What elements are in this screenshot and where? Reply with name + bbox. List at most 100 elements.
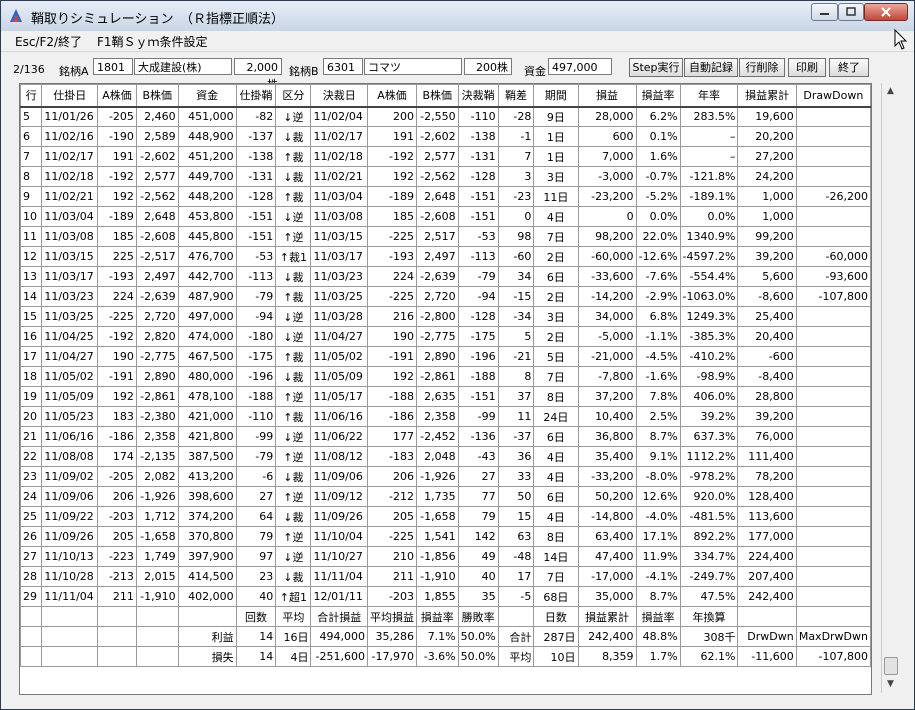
table-cell: 413,200 xyxy=(177,466,237,487)
auto-record-button[interactable]: 自動記録 xyxy=(684,58,738,77)
stock-b-shares-field[interactable]: 200株 xyxy=(464,58,512,75)
table-row[interactable]: 18 11/05/02 -191 2,890 480,000 -196 ↓裁 11/05/09… xyxy=(20,366,871,387)
menu-condition-settings[interactable]: F1鞘Ｓｙｍ条件設定 xyxy=(97,33,208,50)
scroll-down-arrow-icon[interactable]: ▼ xyxy=(882,676,899,693)
table-cell: -53 xyxy=(235,246,277,267)
vertical-scrollbar[interactable]: ▲ ▼ xyxy=(881,83,899,693)
table-cell: 11 xyxy=(20,226,43,247)
summary-cell: -107,800 xyxy=(795,646,871,667)
table-cell: 11/03/25 xyxy=(41,306,99,327)
table-cell: 5日 xyxy=(533,346,579,367)
table-row[interactable]: 17 11/04/27 190 -2,775 467,500 -175 ↑裁 11/05/02… xyxy=(20,346,871,367)
table-cell: ↓裁 xyxy=(275,506,312,527)
summary-cell: 14 xyxy=(235,626,277,647)
table-cell: 0.0% xyxy=(679,206,739,227)
table-row[interactable]: 16 11/04/25 -192 2,820 474,000 -180 ↓逆 11/04/27… xyxy=(20,326,871,347)
table-cell: 445,800 xyxy=(177,226,237,247)
table-cell xyxy=(795,106,871,127)
table-cell: 1日 xyxy=(533,126,579,147)
table-cell: 421,800 xyxy=(177,426,237,447)
table-row[interactable]: 12 11/03/15 225 -2,517 476,700 -53 ↑裁1 11/03/17… xyxy=(20,246,871,267)
stock-b-code-field[interactable]: 6301 xyxy=(323,58,363,75)
table-cell: -225 xyxy=(366,286,417,307)
table-cell: ↑裁 xyxy=(275,146,312,167)
table-row[interactable]: 5 11/01/26 -205 2,460 451,000 -82 ↓逆 11/02/04 20… xyxy=(20,106,871,127)
table-row[interactable]: 27 11/10/13 -223 1,749 397,900 97 ↓逆 11/10/27 21… xyxy=(20,546,871,567)
maximize-button[interactable] xyxy=(838,3,864,21)
table-row[interactable]: 10 11/03/04 -189 2,648 453,800 -151 ↓逆 11/03/08… xyxy=(20,206,871,227)
table-row[interactable]: 29 11/11/04 211 -1,910 402,000 40 ↑超1 12/01/11-… xyxy=(20,586,871,607)
scroll-up-arrow-icon[interactable]: ▲ xyxy=(882,83,899,100)
table-cell: 8.7% xyxy=(635,586,681,607)
capital-field[interactable]: 497,000 xyxy=(548,58,612,75)
table-row[interactable]: 6 11/02/16 -190 2,589 448,900 -137 ↓裁 11/02/17 1… xyxy=(20,126,871,147)
stock-a-name-field[interactable]: 大成建設(株) xyxy=(134,58,232,75)
table-cell: 11/09/06 xyxy=(41,486,99,507)
table-cell: 487,900 xyxy=(177,286,237,307)
table-row[interactable]: 26 11/09/26 205 -1,658 370,800 79 ↑逆 11/10/04 -2… xyxy=(20,526,871,547)
table-cell: 421,000 xyxy=(177,406,237,427)
scroll-thumb[interactable] xyxy=(884,657,898,675)
table-cell: 1,749 xyxy=(135,546,179,567)
table-cell: -79 xyxy=(457,266,499,287)
table-row[interactable]: 24 11/09/06 206 -1,926 398,600 27 ↑逆 11/09/12 -2… xyxy=(20,486,871,507)
table-row[interactable]: 7 11/02/17 191 -2,602 451,200 -138 ↑裁 11/02/18-… xyxy=(20,146,871,167)
table-row[interactable]: 21 11/06/16 -186 2,358 421,800 -99 ↓逆 11/06/22 1… xyxy=(20,426,871,447)
table-cell: -2,861 xyxy=(135,386,179,407)
app-window: 鞘取りシミュレーション （Ｒ指標正順法） Esc/F2/終了 F1鞘Ｓｙｍ条件設… xyxy=(0,0,915,710)
table-cell: -1,926 xyxy=(135,486,179,507)
table-cell: 11/04/27 xyxy=(310,326,368,347)
table-cell: 206 xyxy=(97,486,137,507)
table-row[interactable]: 9 11/02/21 192 -2,562 448,200 -128 ↑裁 11/03/04-… xyxy=(20,186,871,207)
print-button[interactable]: 印刷 xyxy=(788,58,826,77)
table-cell xyxy=(795,486,871,507)
table-cell: 2,082 xyxy=(135,466,179,487)
table-row[interactable]: 19 11/05/09 192 -2,861 478,100 -188 ↑逆 11/05/17… xyxy=(20,386,871,407)
table-cell: 190 xyxy=(366,326,417,347)
column-header: 鞘差 xyxy=(497,84,535,108)
close-button[interactable] xyxy=(864,3,908,21)
stock-a-code-field[interactable]: 1801 xyxy=(93,58,133,75)
table-cell: ↓逆 xyxy=(275,306,312,327)
results-grid[interactable]: 行仕掛日 A株価 B株価 資金 仕掛鞘 区分 決裁日 A株価 B株価 決裁鞘 鞘差 期間 損益 損益率 年率… xyxy=(19,83,872,695)
table-row[interactable]: 8 11/02/18 -192 2,577 449,700 -131 ↓裁 11/02/21 1… xyxy=(20,166,871,187)
stock-a-shares-field[interactable]: 2,000株 xyxy=(234,58,282,91)
stock-b-name-field[interactable]: コマツ xyxy=(364,58,462,75)
exit-button[interactable]: 終了 xyxy=(829,58,869,77)
delete-row-button[interactable]: 行削除 xyxy=(739,58,785,77)
minimize-button[interactable] xyxy=(811,3,838,21)
table-row[interactable]: 25 11/09/22 -203 1,712 374,200 64 ↓裁 11/09/26 20… xyxy=(20,506,871,527)
table-cell xyxy=(795,546,871,567)
table-cell: ↑超1 xyxy=(275,586,312,607)
summary-cell-empty xyxy=(97,646,137,667)
table-cell: 2,890 xyxy=(135,366,179,387)
table-row[interactable]: 28 11/10/28 -213 2,015 414,500 23 ↓裁 11/11/04 21… xyxy=(20,566,871,587)
table-row[interactable]: 13 11/03/17 -193 2,497 442,700 -113 ↓裁 11/03/23… xyxy=(20,266,871,287)
table-cell: -93,600 xyxy=(795,266,871,287)
table-cell: 453,800 xyxy=(177,206,237,227)
table-cell: -978.2% xyxy=(679,466,739,487)
table-cell: -1.6% xyxy=(635,366,681,387)
table-cell: ↑裁 xyxy=(275,186,312,207)
table-cell: 451,200 xyxy=(177,146,237,167)
table-row[interactable]: 11 11/03/08 185 -2,608 445,800 -151 ↑逆 11/03/15… xyxy=(20,226,871,247)
capital-label: 資金 xyxy=(524,65,546,78)
table-cell: 98 xyxy=(497,226,535,247)
table-row[interactable]: 23 11/09/02 -205 2,082 413,200 -6 ↓裁 11/09/06 20… xyxy=(20,466,871,487)
summary-cell: 8,359 xyxy=(577,646,637,667)
table-row[interactable]: 20 11/05/23 183 -2,380 421,000 -110 ↑裁 11/06/16… xyxy=(20,406,871,427)
table-cell: 36,800 xyxy=(577,426,637,447)
table-cell: – xyxy=(679,126,739,147)
table-cell: 6日 xyxy=(533,426,579,447)
table-row[interactable]: 22 11/08/08 174 -2,135 387,500 -79 ↑逆 11/08/12-… xyxy=(20,446,871,467)
table-cell: -225 xyxy=(97,306,137,327)
table-cell: -34 xyxy=(497,306,535,327)
table-cell: -203 xyxy=(366,586,417,607)
table-cell: 21 xyxy=(20,426,43,447)
step-run-button[interactable]: Step実行 xyxy=(629,58,683,77)
table-row[interactable]: 14 11/03/23 224 -2,639 487,900 -79 ↑裁 11/03/25-… xyxy=(20,286,871,307)
table-cell: 11/02/21 xyxy=(41,186,99,207)
menu-exit[interactable]: Esc/F2/終了 xyxy=(15,33,82,50)
table-row[interactable]: 15 11/03/25 -225 2,720 497,000 -94 ↓逆 11/03/28 2… xyxy=(20,306,871,327)
summary-cell: 35,286 xyxy=(366,626,417,647)
